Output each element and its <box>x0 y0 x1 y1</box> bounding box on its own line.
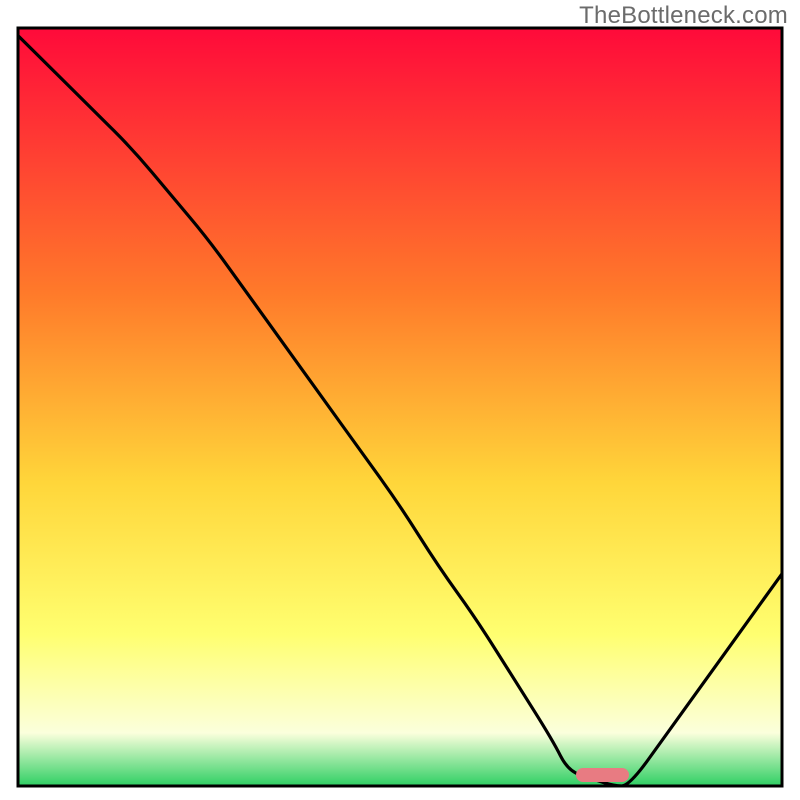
gradient-background <box>18 28 782 786</box>
chart-stage: TheBottleneck.com <box>0 0 800 800</box>
chart-svg <box>0 0 800 800</box>
optimal-range-marker <box>576 768 629 782</box>
